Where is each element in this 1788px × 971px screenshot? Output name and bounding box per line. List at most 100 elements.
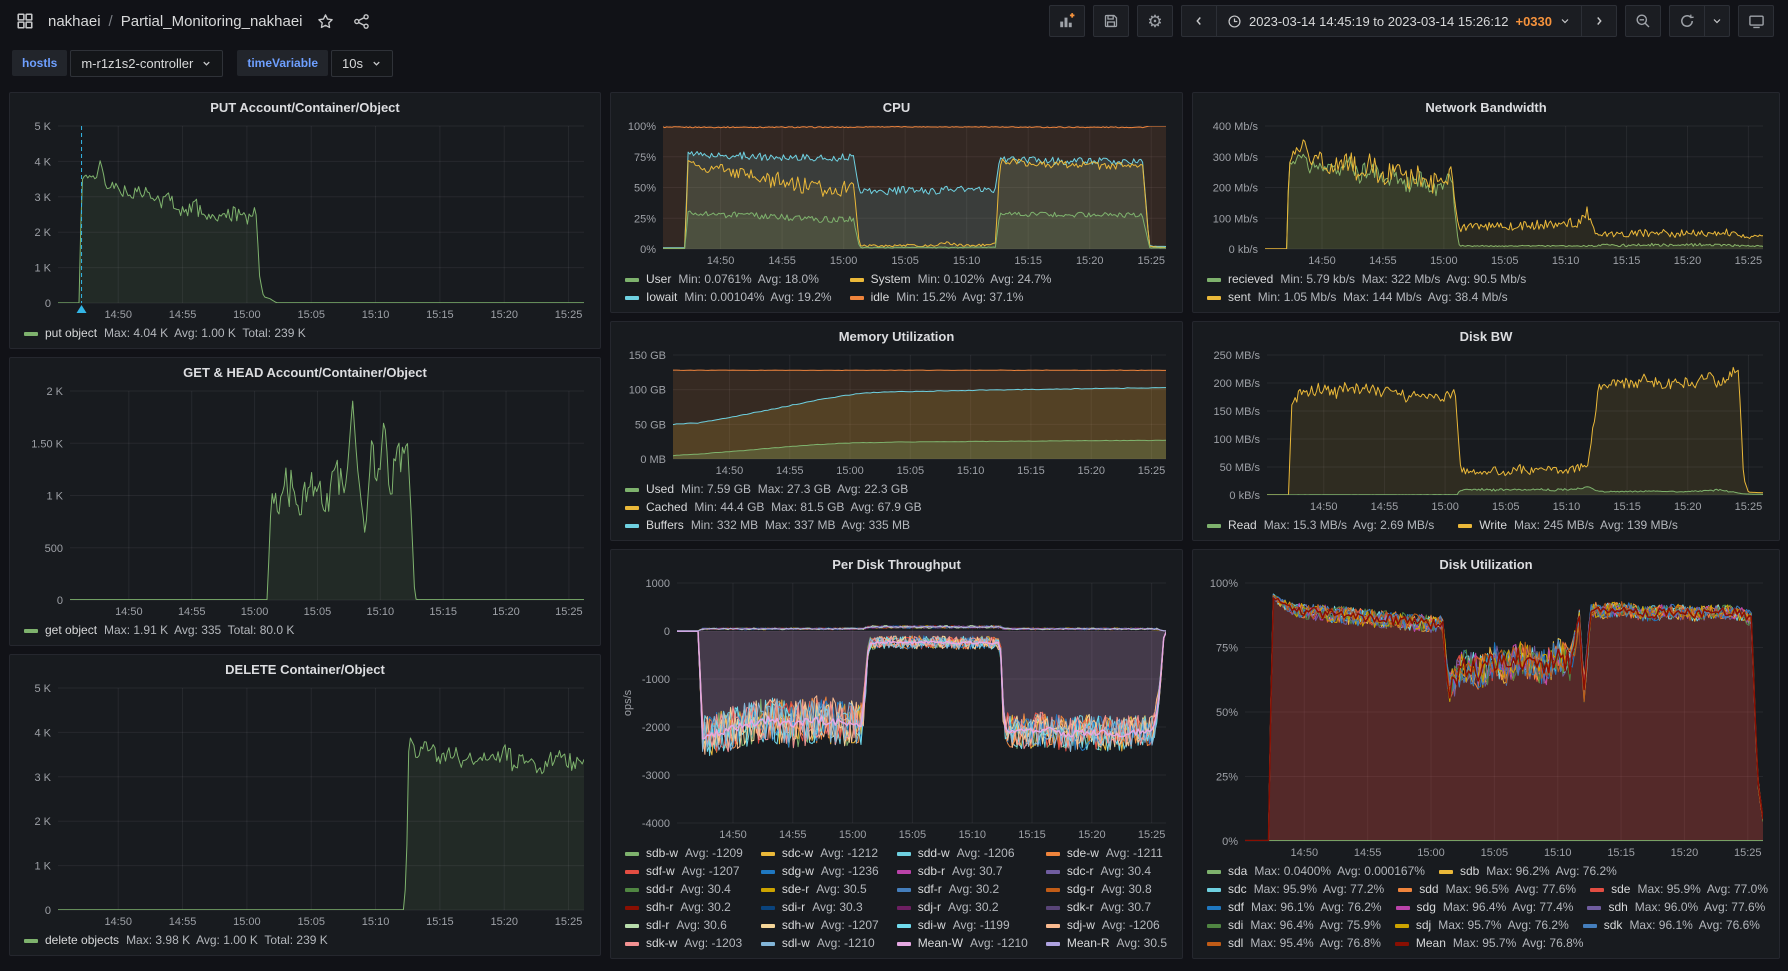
panel-put: PUT Account/Container/Object 01 K2 K3 K4…	[9, 92, 601, 349]
svg-text:15:20: 15:20	[1078, 829, 1106, 841]
legend-item-write[interactable]: WriteMax: 245 MB/s Avg: 139 MB/s	[1458, 517, 1678, 534]
legend-item-sdc-r[interactable]: sdc-rAvg: 30.4	[1046, 863, 1167, 880]
disk-utilization-chart[interactable]: 0%25%50%75%100%14:5014:5515:0015:0515:10…	[1201, 575, 1771, 861]
per-disk-chart[interactable]: 10000-1000-2000-3000-400014:5014:5515:00…	[619, 575, 1174, 843]
get-chart[interactable]: 05001 K1.50 K2 K14:5014:5515:0015:0515:1…	[18, 383, 592, 620]
panel-title[interactable]: DELETE Container/Object	[18, 660, 592, 680]
legend-item-cached[interactable]: CachedMin: 44.4 GB Max: 81.5 GB Avg: 67.…	[625, 499, 922, 516]
panel-title[interactable]: GET & HEAD Account/Container/Object	[18, 363, 592, 383]
legend-item-sdl-w[interactable]: sdl-wAvg: -1210	[761, 935, 879, 952]
legend-series-stats: Avg: 30.2	[948, 899, 998, 916]
legend-item-sdl[interactable]: sdlMax: 95.4% Avg: 76.8%	[1207, 935, 1381, 952]
legend-item-sdd-r[interactable]: sdd-rAvg: 30.4	[625, 881, 743, 898]
legend-item-recieved[interactable]: recievedMin: 5.79 kb/s Max: 322 Mb/s Avg…	[1207, 271, 1526, 288]
svg-text:300 Mb/s: 300 Mb/s	[1213, 152, 1259, 164]
legend-item-sdc[interactable]: sdcMax: 95.9% Avg: 77.2%	[1207, 881, 1384, 898]
legend-item-sdf[interactable]: sdfMax: 96.1% Avg: 76.2%	[1207, 899, 1382, 916]
legend-series-name: sdl-w	[782, 935, 810, 952]
star-icon[interactable]	[313, 8, 339, 34]
delete-chart[interactable]: 01 K2 K3 K4 K5 K14:5014:5515:0015:0515:1…	[18, 680, 592, 930]
legend-item-sdh[interactable]: sdhMax: 96.0% Avg: 77.6%	[1587, 899, 1765, 916]
tv-mode-button[interactable]	[1738, 5, 1774, 37]
legend-item-iowait[interactable]: IowaitMin: 0.00104% Avg: 19.2%	[625, 289, 832, 306]
legend-item-mean-w[interactable]: Mean-WAvg: -1210	[897, 935, 1028, 952]
legend-item-used[interactable]: UsedMin: 7.59 GB Max: 27.3 GB Avg: 22.3 …	[625, 481, 922, 498]
breadcrumb-dashboard[interactable]: Partial_Monitoring_nakhaei	[121, 13, 303, 30]
legend-series-stats: Max: 96.2% Avg: 76.2%	[1486, 863, 1617, 880]
legend-item-sent[interactable]: sentMin: 1.05 Mb/s Max: 144 Mb/s Avg: 38…	[1207, 289, 1526, 306]
svg-text:14:55: 14:55	[169, 916, 197, 928]
share-icon[interactable]	[349, 8, 375, 34]
legend-item-sdf-w[interactable]: sdf-wAvg: -1207	[625, 863, 743, 880]
legend-item-sdj-r[interactable]: sdj-rAvg: 30.2	[897, 899, 1028, 916]
legend-item-sda[interactable]: sdaMax: 0.0400% Avg: 0.000167%	[1207, 863, 1425, 880]
panel-title[interactable]: Memory Utilization	[619, 327, 1174, 347]
legend-color-dash	[1207, 296, 1221, 300]
zoom-out-button[interactable]	[1625, 5, 1661, 37]
legend-items: sdb-wAvg: -1209 sdc-wAvg: -1212 sdd-wAvg: …	[625, 845, 1172, 952]
legend-item-sdg-r[interactable]: sdg-rAvg: 30.8	[1046, 881, 1167, 898]
legend-item-sdi-w[interactable]: sdi-wAvg: -1199	[897, 917, 1028, 934]
panel-title[interactable]: Disk BW	[1201, 327, 1771, 347]
legend-color-dash	[1046, 870, 1060, 874]
add-panel-button[interactable]	[1049, 5, 1085, 37]
legend-item-sdd[interactable]: sddMax: 96.5% Avg: 77.6%	[1398, 881, 1576, 898]
variable-time-dropdown[interactable]: 10s	[331, 50, 393, 77]
time-forward-button[interactable]	[1581, 5, 1617, 37]
legend-item-mean[interactable]: MeanMax: 95.7% Avg: 76.8%	[1395, 935, 1584, 952]
legend-item-sdb-r[interactable]: sdb-rAvg: 30.7	[897, 863, 1028, 880]
legend-item-sdj-w[interactable]: sdj-wAvg: -1206	[1046, 917, 1167, 934]
memory-chart[interactable]: 0 MB50 GB100 GB150 GB14:5014:5515:0015:0…	[619, 347, 1174, 479]
disk-bw-chart[interactable]: 0 kB/s50 MB/s100 MB/s150 MB/s200 MB/s250…	[1201, 347, 1771, 515]
time-range-picker[interactable]: 2023-03-14 14:45:19 to 2023-03-14 15:26:…	[1216, 5, 1582, 37]
legend-item-sdl-r[interactable]: sdl-rAvg: 30.6	[625, 917, 743, 934]
legend-item-sde-r[interactable]: sde-rAvg: 30.5	[761, 881, 879, 898]
legend-item-sdi[interactable]: sdiMax: 96.4% Avg: 75.9%	[1207, 917, 1381, 934]
legend-item-read[interactable]: ReadMax: 15.3 MB/s Avg: 2.69 MB/s	[1207, 517, 1434, 534]
legend-item-sdb-w[interactable]: sdb-wAvg: -1209	[625, 845, 743, 862]
variable-hostls-dropdown[interactable]: m-r1z1s2-controller	[70, 50, 223, 77]
breadcrumb-folder[interactable]: nakhaei	[48, 13, 101, 30]
legend-item-sdg[interactable]: sdgMax: 96.4% Avg: 77.4%	[1396, 899, 1574, 916]
legend-item-buffers[interactable]: BuffersMin: 332 MB Max: 337 MB Avg: 335 …	[625, 517, 922, 534]
legend-item-sdb[interactable]: sdbMax: 96.2% Avg: 76.2%	[1439, 863, 1617, 880]
legend-series-stats: Max: 96.0% Avg: 77.6%	[1635, 899, 1766, 916]
legend-series-stats: Avg: -1236	[821, 863, 879, 880]
legend-item-get-object[interactable]: get objectMax: 1.91 K Avg: 335 Total: 80…	[24, 622, 294, 639]
legend-item-system[interactable]: SystemMin: 0.102% Avg: 24.7%	[850, 271, 1052, 288]
save-dashboard-button[interactable]	[1093, 5, 1129, 37]
legend-item-sde[interactable]: sdeMax: 95.9% Avg: 77.0%	[1590, 881, 1768, 898]
legend-item-idle[interactable]: idleMin: 15.2% Avg: 37.1%	[850, 289, 1052, 306]
panel-title[interactable]: Network Bandwidth	[1201, 98, 1771, 118]
apps-grid-icon[interactable]	[12, 8, 38, 34]
legend-item-sdd-w[interactable]: sdd-wAvg: -1206	[897, 845, 1028, 862]
refresh-interval-dropdown[interactable]	[1704, 5, 1730, 37]
legend-item-user[interactable]: UserMin: 0.0761% Avg: 18.0%	[625, 271, 832, 288]
network-chart[interactable]: 0 kb/s100 Mb/s200 Mb/s300 Mb/s400 Mb/s14…	[1201, 118, 1771, 269]
refresh-button[interactable]	[1669, 5, 1705, 37]
legend-item-sdj[interactable]: sdjMax: 95.7% Avg: 76.2%	[1395, 917, 1569, 934]
legend-item-delete-objects[interactable]: delete objectsMax: 3.98 K Avg: 1.00 K To…	[24, 932, 328, 949]
panel-title[interactable]: PUT Account/Container/Object	[18, 98, 592, 118]
legend-item-sdf-r[interactable]: sdf-rAvg: 30.2	[897, 881, 1028, 898]
legend-item-sdh-r[interactable]: sdh-rAvg: 30.2	[625, 899, 743, 916]
legend-item-sdc-w[interactable]: sdc-wAvg: -1212	[761, 845, 879, 862]
dashboard-settings-button[interactable]: ⚙	[1137, 5, 1173, 37]
legend-item-sdi-r[interactable]: sdi-rAvg: 30.3	[761, 899, 879, 916]
time-back-button[interactable]	[1181, 5, 1217, 37]
legend-item-mean-r[interactable]: Mean-RAvg: 30.5	[1046, 935, 1167, 952]
panel-title[interactable]: CPU	[619, 98, 1174, 118]
legend-item-sdh-w[interactable]: sdh-wAvg: -1207	[761, 917, 879, 934]
panel-title[interactable]: Disk Utilization	[1201, 555, 1771, 575]
legend-item-sdg-w[interactable]: sdg-wAvg: -1236	[761, 863, 879, 880]
legend-item-sde-w[interactable]: sde-wAvg: -1211	[1046, 845, 1167, 862]
cpu-chart[interactable]: 0%25%50%75%100%14:5014:5515:0015:0515:10…	[619, 118, 1174, 269]
legend-item-sdk-w[interactable]: sdk-wAvg: -1203	[625, 935, 743, 952]
legend-item-sdk[interactable]: sdkMax: 96.1% Avg: 76.6%	[1583, 917, 1760, 934]
legend-item-sdk-r[interactable]: sdk-rAvg: 30.7	[1046, 899, 1167, 916]
put-chart[interactable]: 01 K2 K3 K4 K5 K14:5014:5515:0015:0515:1…	[18, 118, 592, 323]
legend-item-put-object[interactable]: put objectMax: 4.04 K Avg: 1.00 K Total:…	[24, 325, 306, 342]
svg-text:15:05: 15:05	[897, 465, 925, 477]
panel-title[interactable]: Per Disk Throughput	[619, 555, 1174, 575]
legend-series-name: sdg-r	[1067, 881, 1094, 898]
